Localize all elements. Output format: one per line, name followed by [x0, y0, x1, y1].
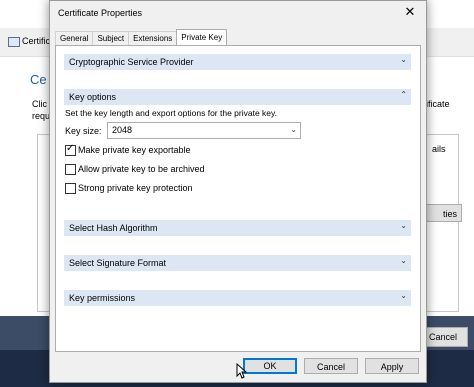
key-options-description: Set the key length and export options fo… [65, 108, 277, 118]
key-size-value: 2048 [112, 125, 133, 135]
section-key-options[interactable]: Key options ⌃ [64, 89, 411, 105]
apply-button[interactable]: Apply [365, 358, 419, 374]
section-hash-label: Select Hash Algorithm [69, 223, 158, 233]
tab-private-key[interactable]: Private Key [176, 29, 228, 45]
tab-extensions[interactable]: Extensions [128, 31, 178, 45]
tab-content: Cryptographic Service Provider ⌄ Key opt… [55, 45, 421, 352]
tab-general[interactable]: General [55, 31, 94, 45]
background-heading: Ce [30, 72, 47, 87]
chevron-down-icon: ⌄ [400, 256, 407, 265]
section-hash-algorithm[interactable]: Select Hash Algorithm ⌄ [64, 220, 411, 236]
background-right-text-1: ificate [426, 99, 450, 109]
tab-subject[interactable]: Subject [92, 31, 130, 45]
strong-protection-checkbox[interactable] [65, 183, 76, 194]
background-text-2: requ [32, 111, 51, 121]
strong-protection-label[interactable]: Strong private key protection [78, 183, 193, 193]
ok-button[interactable]: OK [243, 358, 297, 374]
section-permissions-label: Key permissions [69, 293, 136, 303]
chevron-up-icon: ⌃ [400, 90, 407, 99]
section-signature-format[interactable]: Select Signature Format ⌄ [64, 255, 411, 271]
chevron-down-icon: ⌄ [400, 55, 407, 64]
section-csp-label: Cryptographic Service Provider [69, 57, 194, 67]
section-csp[interactable]: Cryptographic Service Provider ⌄ [64, 54, 411, 70]
cancel-button[interactable]: Cancel [304, 358, 358, 374]
close-icon[interactable]: ✕ [402, 4, 418, 20]
dialog-title: Certificate Properties [58, 8, 143, 18]
tab-strip: General Subject Extensions Private Key [55, 29, 228, 45]
archive-label[interactable]: Allow private key to be archived [78, 164, 205, 174]
checkmark-icon: ✓ [66, 143, 75, 154]
chevron-down-icon: ⌄ [400, 221, 407, 230]
section-signature-label: Select Signature Format [69, 258, 167, 268]
section-key-options-label: Key options [69, 92, 117, 102]
chevron-down-icon: ⌄ [290, 125, 297, 134]
background-details-link[interactable]: ails [432, 144, 446, 154]
key-size-label: Key size: [65, 126, 102, 136]
certificate-properties-dialog: Certificate Properties ✕ General Subject… [49, 0, 427, 383]
background-title: Certific [22, 36, 51, 46]
chevron-down-icon: ⌄ [400, 291, 407, 300]
exportable-checkbox[interactable]: ✓ [65, 143, 76, 156]
certificate-icon [8, 37, 20, 47]
exportable-label[interactable]: Make private key exportable [78, 145, 191, 155]
key-size-select[interactable]: 2048 ⌄ [107, 122, 301, 139]
section-key-permissions[interactable]: Key permissions ⌄ [64, 290, 411, 306]
archive-checkbox[interactable] [65, 164, 76, 175]
background-text-1: Clic [32, 99, 47, 109]
mouse-cursor-icon [236, 363, 248, 379]
